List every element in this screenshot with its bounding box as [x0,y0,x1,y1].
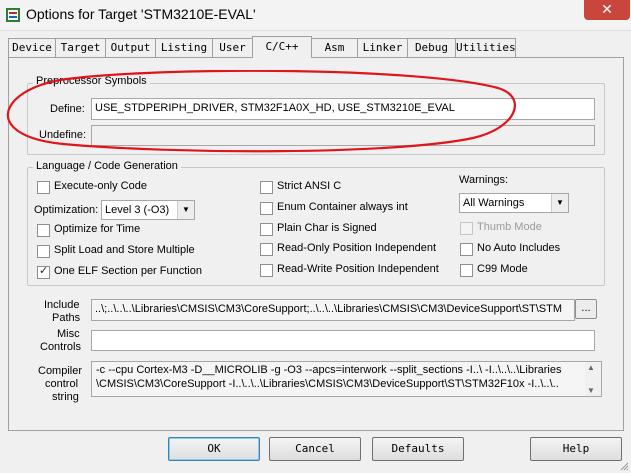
plain-char-signed-checkbox[interactable] [260,223,273,236]
close-icon: ✕ [601,1,613,17]
warnings-value: All Warnings [463,197,525,209]
misc-controls-label-line2: Controls [40,341,81,353]
undefine-label: Undefine: [39,129,87,141]
optimize-for-time-checkbox[interactable] [37,224,50,237]
execute-only-checkbox[interactable] [37,181,50,194]
misc-controls-input[interactable] [91,330,595,351]
strict-ansi-c-checkbox[interactable] [260,181,273,194]
tab-linker[interactable]: Linker [357,38,408,57]
compiler-control-string-label-line2: control [45,378,79,390]
split-load-store-checkbox[interactable] [37,245,50,258]
read-only-position-independent-label: Read-Only Position Independent [277,242,436,254]
chevron-down-icon: ▼ [551,194,568,212]
strict-ansi-c-label: Strict ANSI C [277,180,342,192]
tab-c-cpp[interactable]: C/C++ [252,36,312,58]
c99-mode-label: C99 Mode [477,263,528,275]
window-title: Options for Target 'STM3210E-EVAL' [26,6,256,22]
one-elf-section-checkbox[interactable]: ✓ [37,265,50,279]
define-label: Define: [50,103,85,115]
undefine-input[interactable] [91,125,595,146]
thumb-mode-checkbox[interactable] [460,222,473,235]
warnings-label: Warnings: [459,174,509,186]
resize-grip-icon[interactable] [619,461,629,471]
define-input[interactable]: USE_STDPERIPH_DRIVER, STM32F1A0X_HD, USE… [91,98,595,120]
include-paths-label: Include [44,299,80,311]
plain-char-signed-label: Plain Char is Signed [277,222,377,234]
read-write-position-independent-label: Read-Write Position Independent [277,263,439,275]
ok-button[interactable]: OK [168,437,260,461]
tab-user[interactable]: User [212,38,253,57]
tab-output[interactable]: Output [105,38,156,57]
tab-utilities[interactable]: Utilities [455,38,516,57]
tab-asm[interactable]: Asm [311,38,358,57]
compiler-control-string-textarea[interactable]: -c --cpu Cortex-M3 -D__MICROLIB -g -O3 -… [91,361,595,397]
tab-debug[interactable]: Debug [407,38,456,57]
execute-only-label: Execute-only Code [54,180,147,192]
optimization-select[interactable]: Level 3 (-O3) ▼ [101,200,195,220]
cancel-button[interactable]: Cancel [269,437,361,461]
keil-uvision-icon [6,8,20,22]
one-elf-section-label: One ELF Section per Function [54,265,202,277]
scroll-up-icon[interactable]: ▲ [587,363,595,372]
compiler-control-string-label: Compiler [38,365,83,377]
include-paths-label-line2: Paths [52,312,81,324]
warnings-select[interactable]: All Warnings ▼ [459,193,569,213]
split-load-store-label: Split Load and Store Multiple [54,244,195,256]
compiler-control-string-line2: \CMSIS\CM3\CoreSupport -I..\..\..\Librar… [96,378,559,390]
compiler-control-string-label-line3: string [52,391,79,403]
compiler-control-string-line1: -c --cpu Cortex-M3 -D__MICROLIB -g -O3 -… [96,364,562,376]
defaults-button[interactable]: Defaults [372,437,464,461]
thumb-mode-label: Thumb Mode [477,221,542,233]
tab-listing[interactable]: Listing [155,38,213,57]
compiler-control-string-scrollbar[interactable]: ▲ ▼ [585,361,602,397]
include-paths-input[interactable]: ..\;..\..\..\Libraries\CMSIS\CM3\CoreSup… [91,299,575,321]
optimization-label: Optimization: [34,204,99,216]
no-auto-includes-checkbox[interactable] [460,243,473,256]
scroll-down-icon[interactable]: ▼ [587,386,595,395]
include-paths-browse-button[interactable]: ... [575,299,597,319]
enum-container-checkbox[interactable] [260,202,273,215]
optimize-for-time-label: Optimize for Time [54,223,141,235]
language-code-generation-title: Language / Code Generation [33,160,181,172]
check-mark-icon: ✓ [39,265,49,277]
optimization-value: Level 3 (-O3) [105,204,170,216]
chevron-down-icon: ▼ [177,201,194,219]
read-write-position-independent-checkbox[interactable] [260,264,273,277]
enum-container-label: Enum Container always int [277,201,408,213]
misc-controls-label: Misc [57,328,80,340]
read-only-position-independent-checkbox[interactable] [260,243,273,256]
tab-target[interactable]: Target [55,38,106,57]
c99-mode-checkbox[interactable] [460,264,473,277]
preprocessor-symbols-title: Preprocessor Symbols [33,75,150,87]
help-button[interactable]: Help [530,437,622,461]
close-button[interactable]: ✕ [584,0,630,20]
tab-device[interactable]: Device [8,38,56,57]
no-auto-includes-label: No Auto Includes [477,242,561,254]
